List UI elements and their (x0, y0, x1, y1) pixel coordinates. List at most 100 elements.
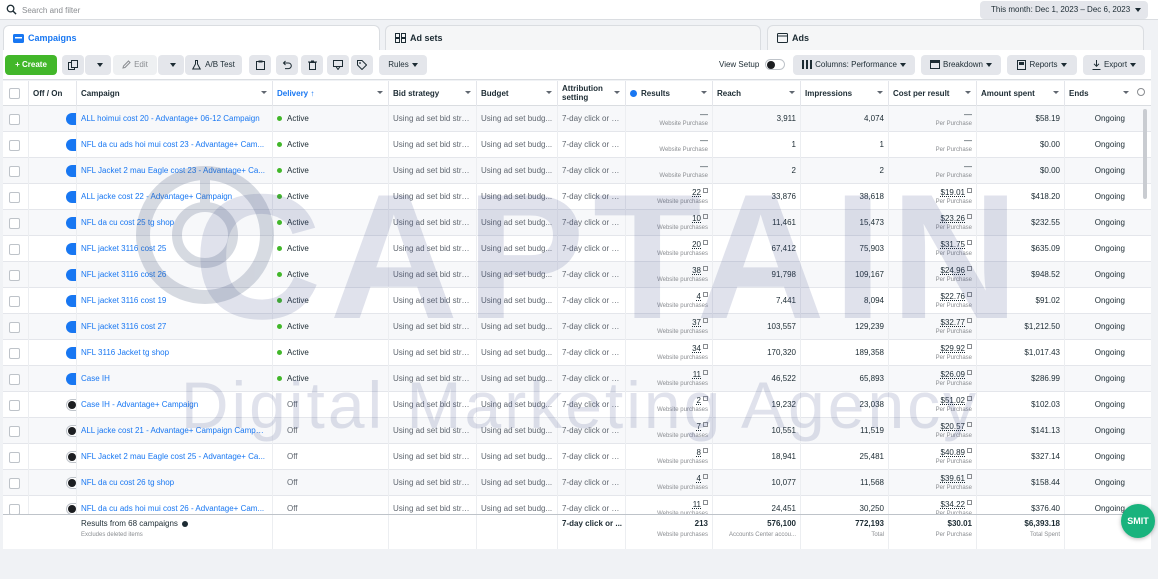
tab-campaigns[interactable]: Campaigns (3, 25, 380, 50)
column-header-reach[interactable]: Reach (713, 81, 801, 106)
row-checkbox[interactable] (9, 166, 20, 177)
campaign-toggle[interactable] (66, 295, 76, 307)
campaign-toggle[interactable] (66, 477, 76, 489)
table-row[interactable]: NFL jacket 3116 cost 26 Active Using ad se… (3, 262, 1151, 288)
column-header-delivery[interactable]: Delivery ↑ (273, 81, 389, 106)
row-checkbox[interactable] (9, 478, 20, 489)
column-header-budget[interactable]: Budget (477, 81, 558, 106)
campaign-name-link[interactable]: Case IH (77, 366, 273, 392)
row-checkbox[interactable] (9, 374, 20, 385)
table-row[interactable]: ALL hoimui cost 20 - Advantage+ 06-12 Ca… (3, 106, 1151, 132)
campaign-toggle[interactable] (66, 425, 76, 437)
table-row[interactable]: NFL da cu ads hoi mui cost 26 - Advantag… (3, 496, 1151, 514)
duplicate-button[interactable] (62, 55, 84, 75)
campaign-toggle[interactable] (66, 243, 76, 255)
row-checkbox[interactable] (9, 218, 20, 229)
table-row[interactable]: NFL da cu ads hoi mui cost 23 - Advantag… (3, 132, 1151, 158)
campaign-toggle[interactable] (66, 373, 76, 385)
row-checkbox[interactable] (9, 452, 20, 463)
campaign-name-link[interactable]: ALL hoimui cost 20 - Advantage+ 06-12 Ca… (77, 106, 273, 132)
campaign-name-link[interactable]: NFL 3116 Jacket tg shop (77, 340, 273, 366)
table-row[interactable]: NFL jacket 3116 cost 19 Active Using ad se… (3, 288, 1151, 314)
campaign-toggle[interactable] (66, 503, 76, 514)
tab-ad-sets[interactable]: Ad sets (385, 25, 761, 50)
campaign-toggle[interactable] (66, 217, 76, 229)
column-header-results[interactable]: Results (626, 81, 713, 106)
campaign-toggle[interactable] (66, 321, 76, 333)
rules-dropdown-button[interactable]: Rules (379, 55, 427, 75)
row-checkbox[interactable] (9, 270, 20, 281)
table-row[interactable]: NFL Jacket 2 mau Eagle cost 25 - Advanta… (3, 444, 1151, 470)
column-header-bid-strategy[interactable]: Bid strategy (389, 81, 477, 106)
column-header-off-on[interactable]: Off / On (29, 81, 77, 106)
table-row[interactable]: Case IH - Advantage+ Campaign Off Using ad… (3, 392, 1151, 418)
campaign-toggle[interactable] (66, 191, 76, 203)
tab-ads[interactable]: Ads (767, 25, 1144, 50)
delete-button[interactable] (301, 55, 323, 75)
create-button[interactable]: + Create (5, 55, 57, 75)
row-checkbox[interactable] (9, 322, 20, 333)
column-header-amount-spent[interactable]: Amount spent (977, 81, 1065, 106)
smit-badge[interactable]: SMIT (1121, 504, 1155, 538)
campaign-name-link[interactable]: Case IH - Advantage+ Campaign (77, 392, 273, 418)
edit-dropdown-button[interactable] (158, 55, 184, 75)
settings-icon[interactable] (1137, 88, 1145, 96)
select-all-checkbox[interactable] (9, 88, 20, 99)
row-checkbox[interactable] (9, 244, 20, 255)
view-setup-toggle[interactable] (765, 59, 785, 70)
table-row[interactable]: NFL da cu cost 26 tg shop Off Using ad set… (3, 470, 1151, 496)
ab-test-button[interactable]: A/B Test (185, 55, 242, 75)
table-row[interactable]: Case IH Active Using ad set bid stra... Usi… (3, 366, 1151, 392)
campaign-toggle[interactable] (66, 451, 76, 463)
campaign-name-link[interactable]: NFL Jacket 2 mau Eagle cost 23 - Advanta… (77, 158, 273, 184)
campaign-toggle[interactable] (66, 399, 76, 411)
undo-button[interactable] (276, 55, 298, 75)
campaign-name-link[interactable]: NFL jacket 3116 cost 27 (77, 314, 273, 340)
column-header-ends[interactable]: Ends (1065, 81, 1151, 106)
row-checkbox[interactable] (9, 296, 20, 307)
duplicate-dropdown-button[interactable] (85, 55, 111, 75)
table-row[interactable]: ALL jacke cost 21 - Advantage+ Campaign … (3, 418, 1151, 444)
column-header-cost-per-result[interactable]: Cost per result (889, 81, 977, 106)
row-checkbox[interactable] (9, 140, 20, 151)
campaign-toggle[interactable] (66, 113, 76, 125)
reports-button[interactable]: Reports (1007, 55, 1077, 75)
campaign-name-link[interactable]: ALL jacke cost 21 - Advantage+ Campaign … (77, 418, 273, 444)
campaign-toggle[interactable] (66, 269, 76, 281)
edit-button[interactable]: Edit (113, 55, 157, 75)
automated-rules-button[interactable] (327, 55, 349, 75)
export-button[interactable]: Export (1083, 55, 1145, 75)
campaign-name-link[interactable]: NFL da cu cost 26 tg shop (77, 470, 273, 496)
row-checkbox[interactable] (9, 426, 20, 437)
column-header-impressions[interactable]: Impressions (801, 81, 889, 106)
breakdown-button[interactable]: Breakdown (921, 55, 1001, 75)
campaign-name-link[interactable]: NFL jacket 3116 cost 25 (77, 236, 273, 262)
campaign-toggle[interactable] (66, 165, 76, 177)
search-input[interactable] (22, 3, 622, 17)
campaign-toggle[interactable] (66, 347, 76, 359)
table-row[interactable]: NFL 3116 Jacket tg shop Active Using ad se… (3, 340, 1151, 366)
row-checkbox[interactable] (9, 192, 20, 203)
campaign-toggle[interactable] (66, 139, 76, 151)
columns-button[interactable]: Columns: Performance (793, 55, 915, 75)
row-checkbox[interactable] (9, 504, 20, 514)
campaign-name-link[interactable]: NFL Jacket 2 mau Eagle cost 25 - Advanta… (77, 444, 273, 470)
row-checkbox[interactable] (9, 348, 20, 359)
table-row[interactable]: NFL jacket 3116 cost 25 Active Using ad se… (3, 236, 1151, 262)
campaign-name-link[interactable]: NFL da cu cost 25 tg shop (77, 210, 273, 236)
table-row[interactable]: ALL jacke cost 22 - Advantage+ Campaign A… (3, 184, 1151, 210)
clipboard-button[interactable] (249, 55, 271, 75)
campaign-name-link[interactable]: NFL da cu ads hoi mui cost 23 - Advantag… (77, 132, 273, 158)
row-checkbox[interactable] (9, 400, 20, 411)
campaign-name-link[interactable]: NFL da cu ads hoi mui cost 26 - Advantag… (77, 496, 273, 514)
vertical-scrollbar[interactable] (1143, 109, 1147, 199)
table-row[interactable]: NFL jacket 3116 cost 27 Active Using ad se… (3, 314, 1151, 340)
campaign-name-link[interactable]: ALL jacke cost 22 - Advantage+ Campaign (77, 184, 273, 210)
date-range-picker[interactable]: This month: Dec 1, 2023 – Dec 6, 2023 (980, 1, 1148, 19)
campaign-name-link[interactable]: NFL jacket 3116 cost 19 (77, 288, 273, 314)
campaign-name-link[interactable]: NFL jacket 3116 cost 26 (77, 262, 273, 288)
column-header-attribution[interactable]: Attribution setting (558, 81, 626, 106)
table-row[interactable]: NFL Jacket 2 mau Eagle cost 23 - Advanta… (3, 158, 1151, 184)
column-header-campaign[interactable]: Campaign (77, 81, 273, 106)
table-row[interactable]: NFL da cu cost 25 tg shop Active Using ad … (3, 210, 1151, 236)
